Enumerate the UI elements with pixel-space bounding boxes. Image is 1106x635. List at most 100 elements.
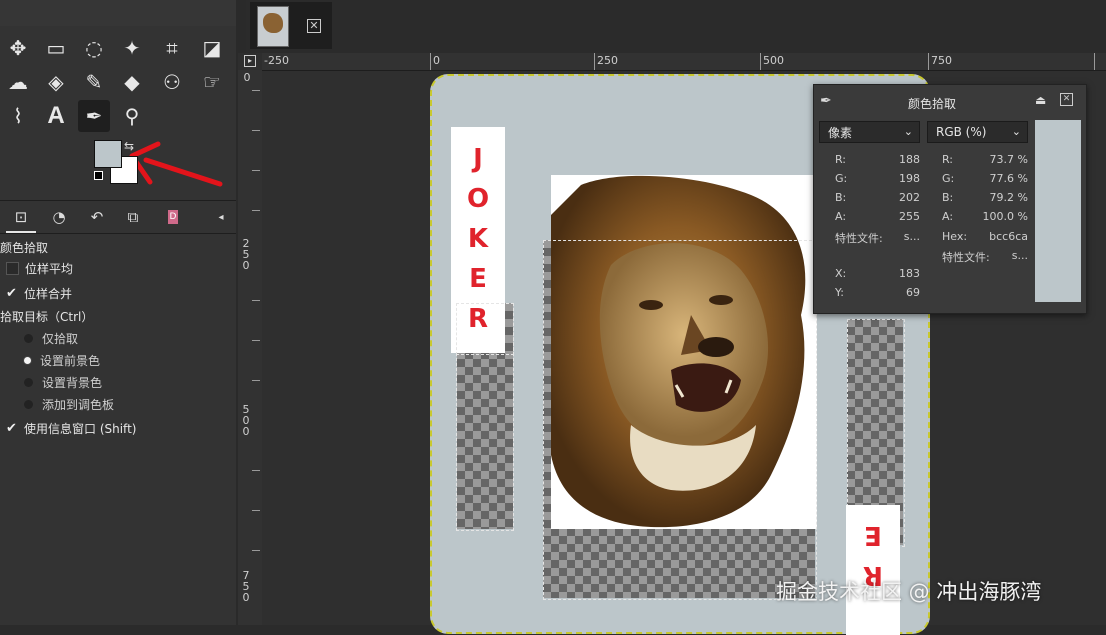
radio-off (24, 378, 33, 387)
pixel-r-label: R: (835, 153, 847, 166)
default-colors-icon[interactable] (94, 171, 103, 180)
picked-color-swatch (1035, 120, 1081, 302)
ruler-tick (252, 340, 260, 341)
paintbrush-tool-icon[interactable]: ✎ (78, 66, 110, 98)
rgb-a-value: 100.0 % (982, 210, 1028, 223)
crop-tool-icon[interactable]: ⌗ (156, 32, 188, 64)
ruler-tick (252, 550, 260, 551)
radio-on (24, 357, 31, 364)
zoom-tool-icon[interactable]: ⚲ (116, 100, 148, 132)
quick-mask-icon[interactable]: ▸ (244, 55, 256, 67)
ruler-tick (928, 53, 929, 70)
target-set-fg-radio[interactable]: 设置前景色 (24, 352, 100, 369)
tab-undo-history-icon[interactable]: ↶ (82, 203, 112, 231)
check-icon: ✔ (6, 421, 17, 436)
rgb-g-value: 77.6 % (989, 172, 1028, 185)
text-tool-icon[interactable]: A (40, 100, 72, 132)
pointer-x-value: 183 (899, 267, 920, 280)
tab-document-icon[interactable]: D (158, 203, 188, 231)
checkbox-empty (6, 262, 19, 275)
use-info-window-checkbox[interactable]: ✔ 使用信息窗口 (Shift) (5, 420, 136, 437)
paths-tool-icon[interactable]: ⌇ (2, 100, 34, 132)
clone-tool-icon[interactable]: ⚇ (156, 66, 188, 98)
target-add-palette-radio[interactable]: 添加到调色板 (24, 396, 114, 413)
chevron-down-icon: ⌄ (1011, 125, 1021, 138)
ruler-tick (252, 300, 260, 301)
sample-merged-checkbox[interactable]: ✔ 位样合并 (5, 285, 72, 302)
transform-tool-icon[interactable]: ◪ (196, 32, 228, 64)
color-picker-tool-icon[interactable]: ✒ (78, 100, 110, 132)
foreground-color-swatch[interactable] (94, 140, 122, 168)
selection-outline (456, 303, 514, 355)
close-tab-icon[interactable]: ✕ (307, 19, 321, 33)
tool-options-title: 颜色拾取 (0, 241, 49, 255)
rgb-r-label: R: (942, 153, 954, 166)
detach-icon[interactable]: ⏏ (1035, 93, 1046, 107)
pixel-mode-dropdown[interactable]: 像素 ⌄ (819, 121, 920, 143)
pixel-a-label: A: (835, 210, 847, 223)
fuzzy-select-tool-icon[interactable]: ✦ (116, 32, 148, 64)
rgb-profile-value: s... (1011, 249, 1028, 262)
ruler-label: 750 (931, 54, 952, 67)
pixel-b-value: 202 (899, 191, 920, 204)
radio-off (24, 334, 33, 343)
dock-tabs: ⊡ ◔ ↶ ⧉ D ◂ (0, 200, 236, 234)
ruler-tick (1094, 53, 1095, 70)
move-tool-icon[interactable]: ✥ (2, 32, 34, 64)
ruler-label: 500 (242, 403, 250, 438)
watermark-text: 掘金技术社区 @ 冲出海豚湾 (776, 580, 1042, 604)
rgb-r-value: 73.7 % (989, 153, 1028, 166)
vertical-ruler[interactable]: 0 250 500 750 (238, 70, 263, 625)
ruler-tick (252, 470, 260, 471)
ruler-tick (252, 90, 260, 91)
ruler-tick (252, 130, 260, 131)
thumbnail-lion (263, 13, 283, 33)
eraser-tool-icon[interactable]: ◆ (116, 66, 148, 98)
rgb-profile-label: 特性文件: (942, 251, 990, 264)
chevron-down-icon: ⌄ (903, 125, 913, 138)
rgb-mode-dropdown[interactable]: RGB (%) ⌄ (927, 121, 1028, 143)
color-picker-info-window: ✒ 颜色拾取 ⏏ ✕ 像素 ⌄ RGB (%) ⌄ R: 188 G: 198 … (813, 84, 1087, 314)
smudge-tool-icon[interactable]: ☞ (196, 66, 228, 98)
close-icon[interactable]: ✕ (1060, 93, 1073, 106)
pixel-a-value: 255 (899, 210, 920, 223)
horizontal-ruler[interactable]: -250 0 250 500 750 (262, 53, 1106, 71)
ruler-corner[interactable]: ▸ (238, 53, 262, 70)
joker-letter: J (473, 144, 483, 174)
dock-menu-icon[interactable]: ◂ (206, 203, 236, 231)
pick-target-label: 拾取目标（Ctrl） (0, 310, 94, 324)
image-tabs-bar (246, 0, 1106, 52)
warp-tool-icon[interactable]: ☁ (2, 66, 34, 98)
toolbox-header (0, 0, 236, 26)
toolbox-panel: ✥ ▭ ◌ ✦ ⌗ ◪ ☁ ◈ ✎ ◆ ⚇ ☞ ⌇ A ✒ ⚲ ⇆ ⊡ ◔ ↶ … (0, 0, 236, 625)
rgb-mode-label: RGB (%) (936, 125, 987, 139)
target-label: 仅拾取 (42, 332, 79, 346)
bucket-fill-tool-icon[interactable]: ◈ (40, 66, 72, 98)
ruler-label: 250 (597, 54, 618, 67)
joker-letter: K (467, 224, 489, 254)
image-thumbnail[interactable] (257, 6, 289, 47)
pixel-profile-label: 特性文件: (835, 232, 883, 245)
pixel-profile-value: s... (903, 230, 920, 243)
ruler-label: 250 (242, 237, 250, 272)
target-label: 设置前景色 (40, 354, 101, 368)
rgb-b-label: B: (942, 191, 954, 204)
ruler-label: -250 (264, 54, 289, 67)
target-label: 添加到调色板 (42, 398, 115, 412)
tab-images-icon[interactable]: ⧉ (118, 203, 148, 231)
lasso-tool-icon[interactable]: ◌ (78, 32, 110, 64)
rect-select-tool-icon[interactable]: ▭ (40, 32, 72, 64)
tab-device-status-icon[interactable]: ◔ (44, 203, 74, 231)
hex-value: bcc6ca (989, 230, 1028, 243)
ruler-tick (252, 210, 260, 211)
hex-label: Hex: (942, 230, 968, 243)
pixel-r-value: 188 (899, 153, 920, 166)
rgb-g-label: G: (942, 172, 955, 185)
target-set-bg-radio[interactable]: 设置背景色 (24, 374, 102, 391)
tab-tool-options-icon[interactable]: ⊡ (6, 203, 36, 233)
pointer-y-label: Y: (835, 286, 844, 299)
pixel-b-label: B: (835, 191, 847, 204)
target-pick-only-radio[interactable]: 仅拾取 (24, 330, 78, 347)
sample-average-checkbox[interactable]: 位样平均 (6, 260, 73, 277)
ruler-label: 0 (433, 54, 440, 67)
